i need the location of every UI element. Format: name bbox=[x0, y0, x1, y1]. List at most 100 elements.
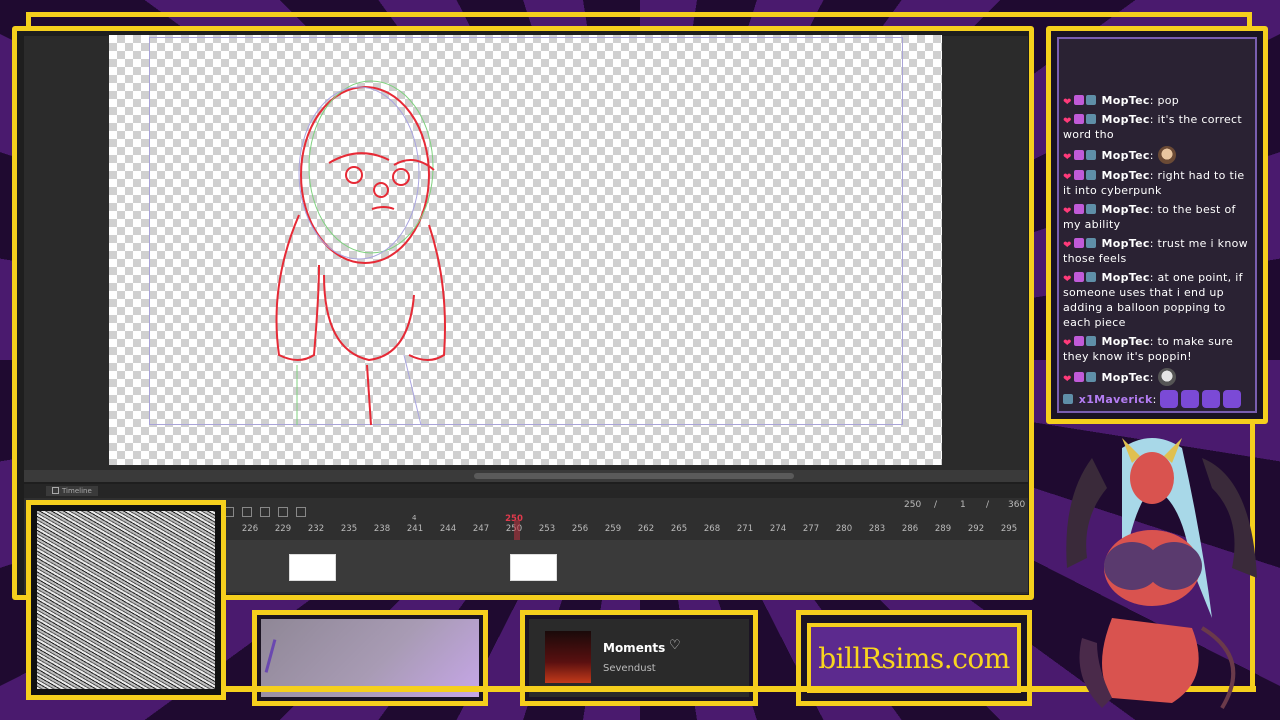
chat-username[interactable]: MopTec bbox=[1101, 237, 1149, 250]
album-art bbox=[545, 631, 591, 683]
chat-message: ❤ MopTec: pop bbox=[1059, 92, 1255, 111]
emote-icon bbox=[1157, 146, 1176, 164]
bits-badge-icon bbox=[1085, 372, 1096, 382]
frame-tick-label: 295 bbox=[1000, 524, 1018, 534]
heart-icon[interactable]: ♡ bbox=[669, 638, 681, 653]
chat-message: ❤ MopTec: to make sure they know it's po… bbox=[1059, 333, 1255, 367]
frame-tick-label: 229 bbox=[274, 524, 292, 534]
keyframe-cel[interactable] bbox=[289, 554, 336, 581]
song-artist: Sevendust bbox=[603, 663, 656, 674]
eye-right bbox=[392, 168, 410, 186]
website-banner-inner: billRsims.com bbox=[807, 623, 1021, 693]
delete-icon[interactable] bbox=[278, 507, 289, 517]
sub-badge-icon bbox=[1073, 114, 1084, 124]
frame-ruler[interactable]: 2262292322352382412442472502532562592622… bbox=[224, 514, 1028, 536]
chat-message: x1Maverick: bbox=[1059, 389, 1255, 411]
bits-badge-icon bbox=[1085, 95, 1096, 105]
chat-username[interactable]: MopTec bbox=[1101, 271, 1149, 284]
frame-tick-label: 256 bbox=[571, 524, 589, 534]
sub-badge-icon bbox=[1073, 204, 1084, 214]
mouth bbox=[371, 206, 395, 210]
brow-left bbox=[328, 152, 390, 164]
head-onion-green bbox=[308, 80, 434, 254]
keyframe-cel[interactable] bbox=[510, 554, 557, 581]
website-url: billRsims.com bbox=[818, 641, 1010, 675]
chat-username[interactable]: MopTec bbox=[1101, 335, 1149, 348]
frame-tick-label: 235 bbox=[340, 524, 358, 534]
frame-tick-label: 271 bbox=[736, 524, 754, 534]
leg bbox=[366, 364, 372, 426]
chat-username[interactable]: MopTec bbox=[1101, 203, 1149, 216]
sub-badge-icon bbox=[1073, 272, 1084, 282]
frame-separator: / bbox=[986, 500, 990, 510]
chat-username[interactable]: MopTec bbox=[1101, 169, 1149, 182]
frame-tick-label: 244 bbox=[439, 524, 457, 534]
eye-left bbox=[345, 166, 363, 184]
bits-badge-icon bbox=[1085, 150, 1096, 160]
heart-badge-icon: ❤ bbox=[1063, 152, 1072, 163]
slash-mark bbox=[264, 639, 277, 673]
chat-panel: ❤ MopTec: pop ❤ MopTec: it's the correct … bbox=[1046, 26, 1268, 424]
tab-timeline[interactable]: Timeline bbox=[46, 486, 98, 496]
folder-icon[interactable] bbox=[242, 507, 253, 517]
chat-message: ❤ MopTec: at one point, if someone uses … bbox=[1059, 269, 1255, 333]
frame-tick-label: 238 bbox=[373, 524, 391, 534]
heart-badge-icon: ❤ bbox=[1063, 97, 1072, 108]
frame-tick-label: 226 bbox=[241, 524, 259, 534]
ruler-marker: 4 bbox=[412, 514, 417, 522]
chat-text: : bbox=[1152, 393, 1157, 406]
nose bbox=[373, 182, 389, 198]
frame-tick-label: 253 bbox=[538, 524, 556, 534]
cel-icon[interactable] bbox=[260, 507, 271, 517]
emote-icon bbox=[1159, 390, 1178, 408]
frame-tick-label: 265 bbox=[670, 524, 688, 534]
heart-badge-icon: ❤ bbox=[1063, 206, 1072, 217]
chat-text: : bbox=[1149, 371, 1154, 384]
bits-badge-icon bbox=[1085, 238, 1096, 248]
sub-badge-icon bbox=[1073, 372, 1084, 382]
frame-tick-label: 247 bbox=[472, 524, 490, 534]
legs bbox=[1102, 618, 1199, 703]
chat-text: : pop bbox=[1149, 94, 1180, 107]
top-frame-border bbox=[26, 12, 1252, 26]
current-frame-readout: 250 bbox=[904, 500, 922, 510]
onion-skin-icon[interactable] bbox=[296, 507, 307, 517]
torso bbox=[323, 274, 415, 362]
chat-text: : bbox=[1149, 149, 1154, 162]
chat-username[interactable]: MopTec bbox=[1101, 149, 1149, 162]
chat-messages: ❤ MopTec: pop ❤ MopTec: it's the correct … bbox=[1057, 37, 1257, 413]
frame-tick-label: 274 bbox=[769, 524, 787, 534]
chat-username[interactable]: MopTec bbox=[1101, 94, 1149, 107]
timeline-toolbar bbox=[224, 502, 309, 517]
bits-badge-icon bbox=[1085, 204, 1096, 214]
chat-username[interactable]: x1Maverick bbox=[1079, 393, 1153, 406]
frame-tick-label: 277 bbox=[802, 524, 820, 534]
emote-icon bbox=[1157, 368, 1176, 386]
timeline-icon bbox=[52, 487, 59, 494]
heart-badge-icon: ❤ bbox=[1063, 116, 1072, 127]
song-title: Moments bbox=[603, 641, 666, 655]
bits-badge-icon bbox=[1085, 114, 1096, 124]
scrollbar-thumb[interactable] bbox=[474, 473, 794, 479]
chat-message: ❤ MopTec: bbox=[1059, 367, 1255, 389]
frame-tick-label: 280 bbox=[835, 524, 853, 534]
timeline-header: Timeline bbox=[24, 484, 1028, 498]
arm-left bbox=[275, 214, 320, 361]
arm-right bbox=[408, 224, 446, 361]
emote-icon bbox=[1180, 390, 1199, 408]
sub-badge-icon bbox=[1073, 150, 1084, 160]
bits-badge-icon bbox=[1085, 170, 1096, 180]
total-frames-readout: 360 bbox=[1008, 500, 1026, 510]
frame-tick-label: 232 bbox=[307, 524, 325, 534]
frame-tick-label: 259 bbox=[604, 524, 622, 534]
drawing-canvas[interactable] bbox=[109, 35, 942, 465]
bits-badge-icon bbox=[1085, 336, 1096, 346]
heart-badge-icon: ❤ bbox=[1063, 240, 1072, 251]
chat-message: ❤ MopTec: right had to tie it into cyber… bbox=[1059, 167, 1255, 201]
animation-track[interactable] bbox=[224, 540, 1028, 592]
chat-username[interactable]: MopTec bbox=[1101, 113, 1149, 126]
wing-right bbox=[1202, 458, 1257, 578]
canvas-horizontal-scrollbar[interactable] bbox=[24, 470, 1028, 482]
frame-tick-label: 292 bbox=[967, 524, 985, 534]
chat-username[interactable]: MopTec bbox=[1101, 371, 1149, 384]
